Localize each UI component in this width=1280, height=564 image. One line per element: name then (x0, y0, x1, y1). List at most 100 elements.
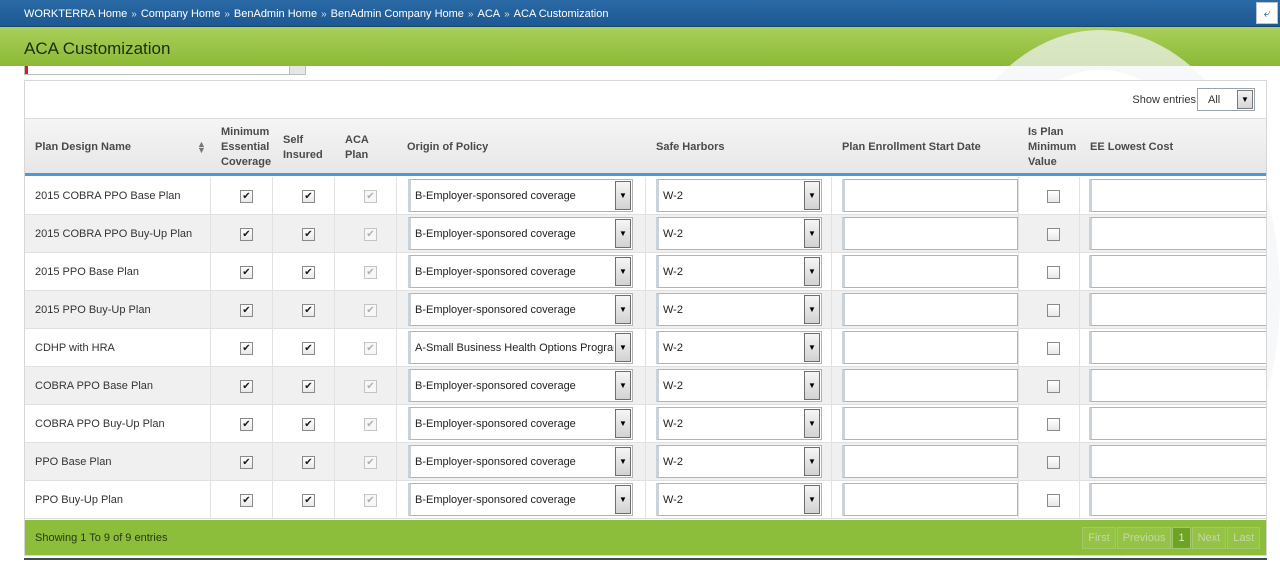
is-plan-minimum-value-checkbox[interactable] (1047, 494, 1060, 507)
chevron-down-icon[interactable]: ▼ (615, 409, 631, 438)
chevron-down-icon[interactable]: ▼ (615, 295, 631, 324)
self-insured-checkbox[interactable]: ✔ (302, 190, 315, 203)
breadcrumb-link[interactable]: BenAdmin Home (234, 8, 317, 20)
chevron-down-icon[interactable]: ▼ (804, 447, 820, 476)
ee-lowest-cost-input[interactable] (1089, 255, 1266, 288)
ee-lowest-cost-input[interactable] (1089, 293, 1266, 326)
min-essential-coverage-checkbox[interactable]: ✔ (240, 266, 253, 279)
safe-harbors-select[interactable]: W-2 ▼ (656, 445, 822, 478)
safe-harbors-select[interactable]: W-2 ▼ (656, 369, 822, 402)
sort-icon[interactable]: ▲ ▼ (197, 140, 206, 155)
chevron-down-icon[interactable]: ▼ (804, 485, 820, 514)
chevron-down-icon[interactable]: ▼ (615, 447, 631, 476)
origin-of-policy-select[interactable]: B-Employer-sponsored coverage ▼ (408, 293, 633, 326)
origin-of-policy-select[interactable]: B-Employer-sponsored coverage ▼ (408, 407, 633, 440)
safe-harbors-select[interactable]: W-2 ▼ (656, 217, 822, 250)
min-essential-coverage-checkbox[interactable]: ✔ (240, 456, 253, 469)
origin-of-policy-select[interactable]: A-Small Business Health Options Program ▼ (408, 331, 633, 364)
chevron-down-icon[interactable]: ▼ (804, 219, 820, 248)
breadcrumb-link[interactable]: BenAdmin Company Home (331, 8, 464, 20)
is-plan-minimum-value-checkbox[interactable] (1047, 380, 1060, 393)
breadcrumb-link[interactable]: ACA (477, 8, 500, 20)
self-insured-checkbox[interactable]: ✔ (302, 494, 315, 507)
plan-enrollment-start-date-input[interactable] (842, 179, 1018, 212)
plan-enrollment-start-date-input[interactable] (842, 407, 1018, 440)
pager-first[interactable]: First (1082, 527, 1116, 549)
plan-enrollment-start-date-input[interactable] (842, 369, 1018, 402)
plan-design-name: 2015 PPO Base Plan (35, 266, 139, 278)
breadcrumb-link[interactable]: Company Home (141, 8, 220, 20)
min-essential-coverage-checkbox[interactable]: ✔ (240, 494, 253, 507)
is-plan-minimum-value-checkbox[interactable] (1047, 342, 1060, 355)
ee-lowest-cost-input[interactable] (1089, 407, 1266, 440)
safe-harbors-select[interactable]: W-2 ▼ (656, 293, 822, 326)
chevron-down-icon[interactable]: ▼ (804, 371, 820, 400)
ee-lowest-cost-input[interactable] (1089, 483, 1266, 516)
chevron-down-icon[interactable]: ▼ (615, 333, 631, 362)
chevron-down-icon[interactable]: ▼ (804, 409, 820, 438)
is-plan-minimum-value-checkbox[interactable] (1047, 228, 1060, 241)
self-insured-checkbox[interactable]: ✔ (302, 304, 315, 317)
is-plan-minimum-value-checkbox[interactable] (1047, 266, 1060, 279)
origin-of-policy-select[interactable]: B-Employer-sponsored coverage ▼ (408, 217, 633, 250)
min-essential-coverage-checkbox[interactable]: ✔ (240, 228, 253, 241)
pager-last[interactable]: Last (1227, 527, 1260, 549)
pager-current-page[interactable]: 1 (1172, 527, 1191, 549)
plan-enrollment-start-date-input[interactable] (842, 293, 1018, 326)
safe-harbors-select[interactable]: W-2 ▼ (656, 255, 822, 288)
self-insured-checkbox[interactable]: ✔ (302, 266, 315, 279)
self-insured-checkbox[interactable]: ✔ (302, 228, 315, 241)
origin-of-policy-select[interactable]: B-Employer-sponsored coverage ▼ (408, 179, 633, 212)
chevron-down-icon[interactable]: ▼ (615, 371, 631, 400)
breadcrumb-link[interactable]: WORKTERRA Home (24, 8, 127, 20)
chevron-down-icon[interactable]: ▼ (1237, 90, 1253, 109)
cell-divider (831, 329, 832, 366)
dropdown-arrow[interactable] (289, 66, 305, 74)
min-essential-coverage-checkbox[interactable]: ✔ (240, 304, 253, 317)
plan-enrollment-start-date-input[interactable] (842, 483, 1018, 516)
chevron-down-icon[interactable]: ▼ (804, 181, 820, 210)
is-plan-minimum-value-checkbox[interactable] (1047, 418, 1060, 431)
plan-enrollment-start-date-input[interactable] (842, 445, 1018, 478)
self-insured-checkbox[interactable]: ✔ (302, 342, 315, 355)
chevron-down-icon[interactable]: ▼ (615, 257, 631, 286)
self-insured-checkbox[interactable]: ✔ (302, 418, 315, 431)
safe-harbors-select[interactable]: W-2 ▼ (656, 331, 822, 364)
min-essential-coverage-checkbox[interactable]: ✔ (240, 342, 253, 355)
origin-of-policy-select[interactable]: B-Employer-sponsored coverage ▼ (408, 445, 633, 478)
chevron-down-icon[interactable]: ▼ (804, 295, 820, 324)
self-insured-checkbox[interactable]: ✔ (302, 380, 315, 393)
ee-lowest-cost-input[interactable] (1089, 179, 1266, 212)
plan-enrollment-start-date-input[interactable] (842, 217, 1018, 250)
chevron-down-icon[interactable]: ▼ (804, 257, 820, 286)
origin-of-policy-select[interactable]: B-Employer-sponsored coverage ▼ (408, 369, 633, 402)
is-plan-minimum-value-checkbox[interactable] (1047, 304, 1060, 317)
is-plan-minimum-value-checkbox[interactable] (1047, 456, 1060, 469)
self-insured-checkbox[interactable]: ✔ (302, 456, 315, 469)
show-entries-select[interactable]: All ▼ (1197, 88, 1255, 111)
pager-previous[interactable]: Previous (1116, 527, 1172, 549)
filter-dropdown-partial[interactable] (24, 66, 306, 75)
ee-lowest-cost-input[interactable] (1089, 445, 1266, 478)
safe-harbors-select[interactable]: W-2 ▼ (656, 179, 822, 212)
ee-lowest-cost-input[interactable] (1089, 369, 1266, 402)
origin-of-policy-select[interactable]: B-Employer-sponsored coverage ▼ (408, 255, 633, 288)
chevron-down-icon[interactable]: ▼ (615, 485, 631, 514)
is-plan-minimum-value-checkbox[interactable] (1047, 190, 1060, 203)
expand-icon[interactable]: ⤶ (1256, 2, 1278, 24)
plan-enrollment-start-date-input[interactable] (842, 255, 1018, 288)
safe-harbors-select[interactable]: W-2 ▼ (656, 483, 822, 516)
min-essential-coverage-checkbox[interactable]: ✔ (240, 380, 253, 393)
min-essential-coverage-checkbox[interactable]: ✔ (240, 190, 253, 203)
ee-lowest-cost-input[interactable] (1089, 331, 1266, 364)
chevron-down-icon[interactable]: ▼ (804, 333, 820, 362)
origin-of-policy-select[interactable]: B-Employer-sponsored coverage ▼ (408, 483, 633, 516)
pager-next[interactable]: Next (1191, 527, 1227, 549)
ee-lowest-cost-input[interactable] (1089, 217, 1266, 250)
chevron-down-icon[interactable]: ▼ (615, 181, 631, 210)
min-essential-coverage-checkbox[interactable]: ✔ (240, 418, 253, 431)
col-plan-design-name[interactable]: Plan Design Name (35, 140, 131, 155)
plan-enrollment-start-date-input[interactable] (842, 331, 1018, 364)
chevron-down-icon[interactable]: ▼ (615, 219, 631, 248)
safe-harbors-select[interactable]: W-2 ▼ (656, 407, 822, 440)
